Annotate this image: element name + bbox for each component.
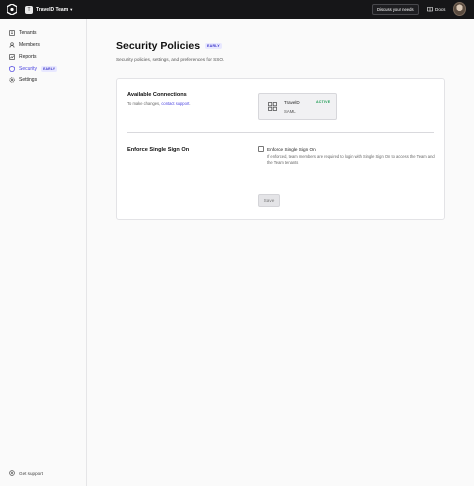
sidebar-item-label: Reports [19, 54, 37, 60]
help-circle-icon [9, 470, 15, 476]
chart-icon [9, 54, 15, 60]
discuss-needs-button[interactable]: Discuss your needs [372, 4, 419, 15]
support-label: Get support [19, 470, 44, 476]
status-badge: ACTIVE [316, 100, 331, 104]
note-prefix: To make changes, [127, 101, 162, 106]
users-icon [9, 42, 15, 48]
team-switcher[interactable]: T TravelD Team ▾ [25, 4, 72, 15]
grid-icon [268, 102, 277, 111]
sidebar-item-tenants[interactable]: Tenants [9, 29, 37, 37]
sidebar-item-label: Settings [19, 77, 38, 83]
page-title: Security Policies [116, 40, 201, 52]
early-badge: EARLY [41, 66, 58, 72]
docs-link[interactable]: Docs [427, 5, 445, 14]
sidebar: Tenants Members Reports Security EARLY S… [0, 19, 87, 486]
connection-card[interactable]: TravelD SAML ACTIVE [258, 93, 337, 120]
top-bar: T TravelD Team ▾ Discuss your needs Docs [0, 0, 474, 19]
title-early-badge: EARLY [205, 43, 222, 49]
connection-name: TravelD [284, 100, 300, 105]
shield-icon [9, 66, 15, 72]
divider [127, 132, 434, 133]
team-name: TravelD Team [36, 6, 69, 13]
sidebar-item-label: Tenants [19, 30, 37, 36]
docs-label: Docs [435, 7, 446, 12]
enforce-sso-label[interactable]: Enforce Single Sign On [267, 147, 316, 152]
gear-icon [9, 77, 15, 83]
get-support-link[interactable]: Get support [9, 469, 43, 477]
enforce-sso-heading: Enforce Single Sign On [127, 147, 190, 153]
enforce-sso-help: If enforced, team members are required t… [267, 154, 435, 165]
contact-support-link[interactable]: contact support [161, 101, 189, 106]
main-content: Security Policies EARLY Security policie… [88, 19, 474, 486]
note-suffix: . [189, 101, 191, 106]
enforce-sso-checkbox[interactable] [258, 146, 264, 152]
page-subtitle: Security policies, settings, and prefere… [116, 57, 225, 62]
sidebar-item-reports[interactable]: Reports [9, 53, 37, 61]
sidebar-item-security[interactable]: Security EARLY [9, 65, 58, 73]
connection-type: SAML [284, 109, 296, 114]
team-avatar: T [25, 5, 33, 14]
sidebar-item-settings[interactable]: Settings [9, 76, 37, 84]
logo-icon[interactable] [7, 4, 17, 15]
save-button[interactable]: Save [258, 194, 280, 207]
available-connections-heading: Available Connections [127, 92, 187, 98]
book-icon [427, 7, 433, 12]
sidebar-item-label: Members [19, 42, 40, 48]
page-title-row: Security Policies EARLY [116, 40, 222, 52]
connections-note: To make changes, contact support. [127, 101, 191, 106]
user-avatar[interactable] [453, 2, 466, 16]
sidebar-item-members[interactable]: Members [9, 41, 40, 49]
security-settings-card: Available Connections To make changes, c… [116, 78, 445, 220]
sidebar-item-label: Security [19, 66, 38, 72]
chevron-down-icon: ▾ [70, 6, 73, 12]
building-icon [9, 30, 15, 36]
